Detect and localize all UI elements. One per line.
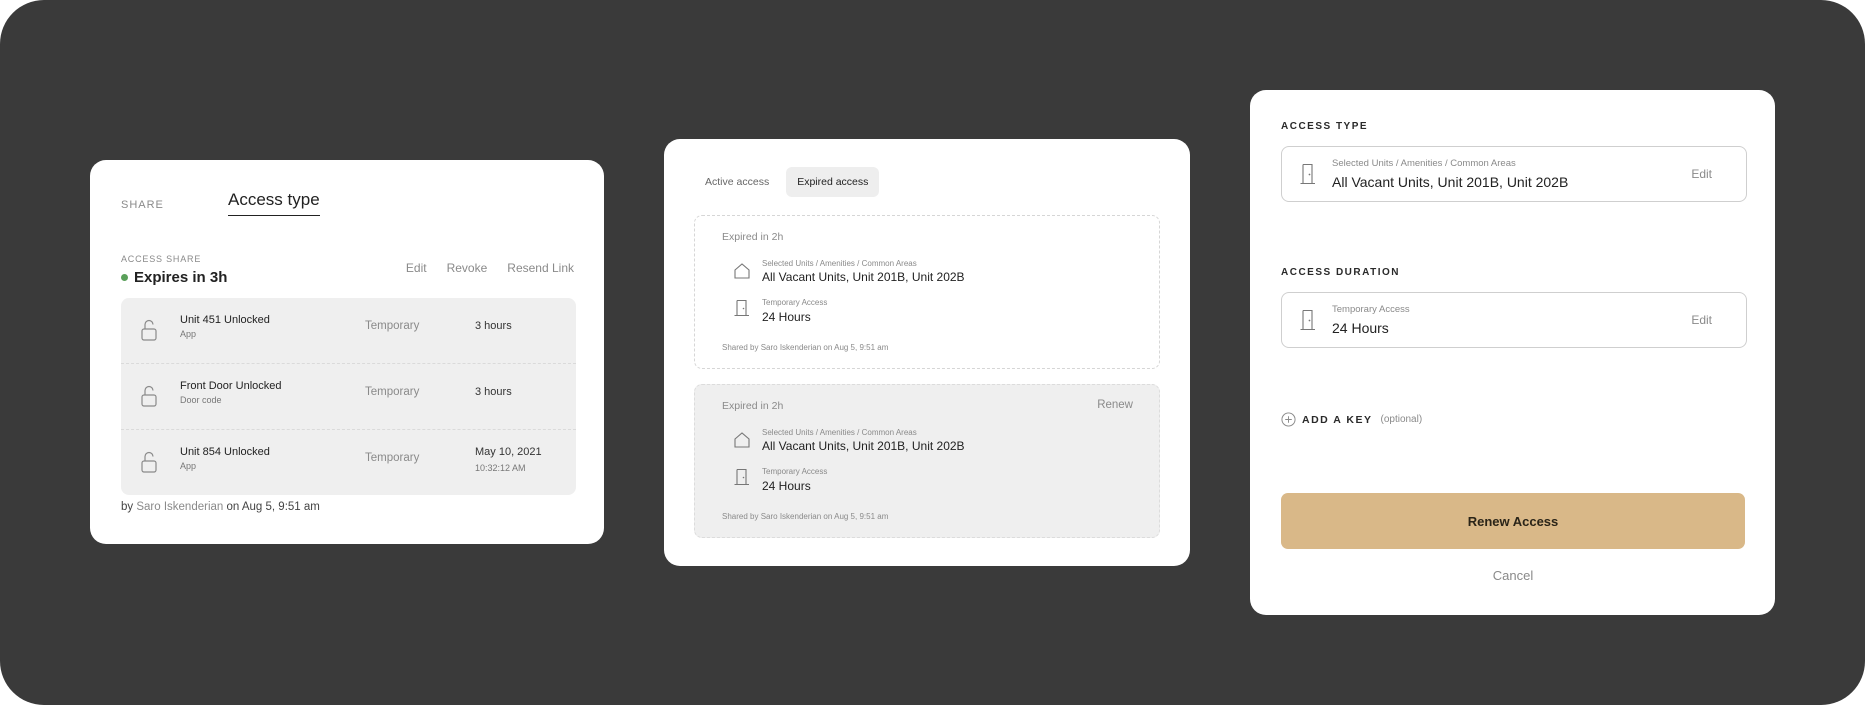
home-icon	[734, 432, 750, 448]
cancel-link[interactable]: Cancel	[1281, 568, 1745, 583]
units-value: All Vacant Units, Unit 201B, Unit 202B	[762, 270, 965, 284]
duration-label: Temporary Access	[762, 298, 828, 307]
item-time: 10:32:12 AM	[475, 463, 526, 473]
expired-access-entry: Expired in 2h Renew Selected Units / Ame…	[694, 384, 1160, 538]
optional-hint: (optional)	[1380, 414, 1423, 425]
access-duration-heading: ACCESS DURATION	[1281, 267, 1400, 278]
add-key-label: ADD A KEY	[1302, 413, 1373, 426]
list-item[interactable]: Unit 451 Unlocked App Temporary 3 hours	[121, 298, 576, 364]
access-duration-label: Temporary Access	[1332, 304, 1410, 315]
shared-prefix: Shared by	[722, 343, 759, 352]
access-duration-field[interactable]: Temporary Access 24 Hours Edit	[1281, 292, 1747, 348]
unlocked-icon	[141, 319, 157, 341]
duration-value: 24 Hours	[762, 479, 811, 493]
card-tabs: SHARE Access type	[121, 190, 581, 230]
edit-access-type-link[interactable]: Edit	[1691, 167, 1712, 181]
shared-date: on Aug 5, 9:51 am	[823, 512, 889, 521]
list-item[interactable]: Front Door Unlocked Door code Temporary …	[121, 364, 576, 430]
item-date: May 10, 2021	[475, 446, 542, 458]
shared-by-footer: by Saro Iskenderian on Aug 5, 9:51 am	[121, 501, 320, 513]
shared-prefix: Shared by	[722, 512, 759, 521]
resend-link[interactable]: Resend Link	[507, 261, 574, 275]
edit-access-duration-link[interactable]: Edit	[1691, 313, 1712, 327]
renew-access-card: ACCESS TYPE Selected Units / Amenities /…	[1250, 90, 1775, 615]
unlocked-icon	[141, 451, 157, 473]
shared-date: on Aug 5, 9:51 am	[823, 343, 889, 352]
item-type: Temporary	[365, 320, 420, 332]
duration-label: Temporary Access	[762, 467, 828, 476]
item-method: Door code	[180, 395, 222, 405]
item-method: App	[180, 329, 197, 339]
access-type-field[interactable]: Selected Units / Amenities / Common Area…	[1281, 146, 1747, 202]
list-item[interactable]: Unit 854 Unlocked App Temporary May 10, …	[121, 430, 576, 495]
status-text: Expires in 3h	[134, 269, 228, 286]
units-value: All Vacant Units, Unit 201B, Unit 202B	[762, 439, 965, 453]
access-tabs: Active access Expired access	[694, 167, 880, 197]
item-method: App	[180, 461, 197, 471]
tab-share[interactable]: SHARE	[121, 199, 164, 211]
canvas-background: SHARE Access type ACCESS SHARE Expires i…	[0, 0, 1865, 705]
shared-name: Saro Iskenderian	[760, 512, 822, 521]
item-type: Temporary	[365, 452, 420, 464]
access-history-card: Active access Expired access Expired in …	[664, 139, 1190, 566]
tab-access-type[interactable]: Access type	[228, 190, 320, 216]
item-name: Front Door Unlocked	[180, 380, 282, 392]
revoke-link[interactable]: Revoke	[447, 261, 488, 275]
expired-label: Expired in 2h	[722, 400, 784, 412]
expired-access-entry: Expired in 2h Selected Units / Amenities…	[694, 215, 1160, 369]
units-label: Selected Units / Amenities / Common Area…	[762, 259, 917, 268]
door-icon	[734, 468, 749, 486]
item-name: Unit 451 Unlocked	[180, 314, 270, 326]
section-eyebrow: ACCESS SHARE	[121, 254, 202, 264]
duration-value: 24 Hours	[762, 310, 811, 324]
footer-date: on Aug 5, 9:51 am	[226, 501, 320, 513]
renew-link[interactable]: Renew	[1097, 399, 1133, 411]
footer-by: by	[121, 501, 134, 513]
access-type-value: All Vacant Units, Unit 201B, Unit 202B	[1332, 174, 1569, 190]
home-icon	[734, 263, 750, 279]
renew-access-button[interactable]: Renew Access	[1281, 493, 1745, 549]
expired-label: Expired in 2h	[722, 231, 784, 243]
units-label: Selected Units / Amenities / Common Area…	[762, 428, 917, 437]
shared-by: Shared by Saro Iskenderian on Aug 5, 9:5…	[722, 343, 888, 352]
status-line: Expires in 3h	[121, 269, 227, 286]
item-name: Unit 854 Unlocked	[180, 446, 270, 458]
access-type-heading: ACCESS TYPE	[1281, 121, 1369, 132]
share-actions: Edit Revoke Resend Link	[406, 261, 574, 275]
access-type-label: Selected Units / Amenities / Common Area…	[1332, 158, 1516, 169]
shared-by: Shared by Saro Iskenderian on Aug 5, 9:5…	[722, 512, 888, 521]
footer-name[interactable]: Saro Iskenderian	[136, 501, 223, 513]
access-share-card: SHARE Access type ACCESS SHARE Expires i…	[90, 160, 604, 544]
shared-name: Saro Iskenderian	[760, 343, 822, 352]
add-key-row[interactable]: ADD A KEY (optional)	[1281, 412, 1422, 427]
tab-expired-access[interactable]: Expired access	[786, 167, 880, 197]
unlocked-icon	[141, 385, 157, 407]
plus-circle-icon	[1281, 412, 1296, 427]
item-duration: 3 hours	[475, 386, 512, 398]
tab-active-access[interactable]: Active access	[694, 167, 780, 197]
access-duration-value: 24 Hours	[1332, 320, 1389, 336]
item-type: Temporary	[365, 386, 420, 398]
door-icon	[1300, 309, 1315, 331]
status-dot-icon	[121, 274, 128, 281]
item-duration: 3 hours	[475, 320, 512, 332]
door-icon	[1300, 163, 1315, 185]
access-list: Unit 451 Unlocked App Temporary 3 hours …	[121, 298, 576, 495]
door-icon	[734, 299, 749, 317]
edit-link[interactable]: Edit	[406, 261, 427, 275]
